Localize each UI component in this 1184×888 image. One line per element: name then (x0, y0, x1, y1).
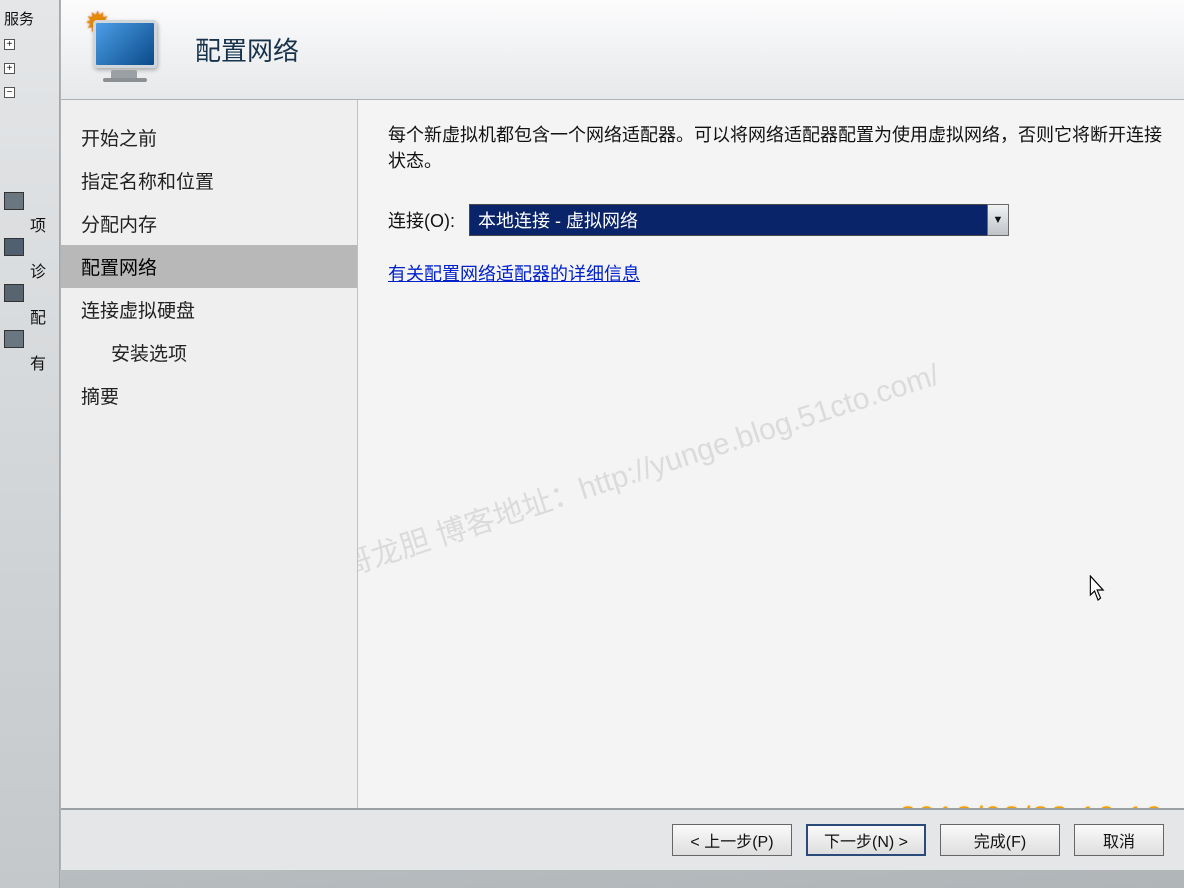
connection-row: 连接(O): 本地连接 - 虚拟网络 ▼ (388, 204, 1174, 236)
side-small-icon (4, 330, 24, 348)
side-char: 有 (0, 350, 60, 374)
tree-expand-icon[interactable]: + (4, 39, 15, 50)
cancel-button[interactable]: 取消 (1074, 824, 1164, 856)
new-vm-wizard-dialog: ✹ 配置网络 开始之前 指定名称和位置 分配内存 配置网络 连接虚拟硬盘 安装选… (60, 0, 1184, 870)
dropdown-arrow-icon[interactable]: ▼ (987, 204, 1009, 236)
wizard-title: 配置网络 (195, 31, 299, 68)
next-button[interactable]: 下一步(N) > (806, 824, 926, 856)
tree-top-label: 服务 (0, 8, 59, 32)
tree-expand-icon[interactable]: + (4, 63, 15, 74)
side-char: 配 (0, 304, 60, 328)
wizard-step-connect-vhd[interactable]: 连接虚拟硬盘 (61, 288, 357, 331)
wizard-step-install-options[interactable]: 安装选项 (61, 331, 357, 374)
side-small-icon (4, 238, 24, 256)
wizard-monitor-icon: ✹ (85, 14, 165, 86)
wizard-step-before-begin[interactable]: 开始之前 (61, 116, 357, 159)
background-tree-panel: 服务 + + − 项 诊 配 有 (0, 0, 60, 888)
finish-button[interactable]: 完成(F) (940, 824, 1060, 856)
tree-row[interactable]: − (0, 80, 59, 104)
wizard-step-name-location[interactable]: 指定名称和位置 (61, 159, 357, 202)
side-char: 诊 (0, 258, 60, 282)
connection-select[interactable]: 本地连接 - 虚拟网络 ▼ (469, 204, 1009, 236)
photo-watermark: 云哥龙胆 博客地址：http://yunge.blog.51cto.com/ (357, 350, 944, 594)
mouse-cursor-icon (1090, 575, 1107, 610)
wizard-step-configure-network[interactable]: 配置网络 (61, 245, 357, 288)
side-small-icon (4, 192, 24, 210)
network-description: 每个新虚拟机都包含一个网络适配器。可以将网络适配器配置为使用虚拟网络，否则它将断… (388, 122, 1168, 174)
side-char: 项 (0, 212, 60, 236)
wizard-content-panel: 每个新虚拟机都包含一个网络适配器。可以将网络适配器配置为使用虚拟网络，否则它将断… (357, 100, 1184, 820)
previous-button[interactable]: < 上一步(P) (672, 824, 792, 856)
wizard-button-bar: < 上一步(P) 下一步(N) > 完成(F) 取消 (61, 808, 1184, 870)
connection-select-value: 本地连接 - 虚拟网络 (469, 204, 987, 236)
wizard-step-summary[interactable]: 摘要 (61, 374, 357, 417)
tree-row[interactable]: + (0, 32, 59, 56)
tree-collapse-icon[interactable]: − (4, 87, 15, 98)
wizard-header: ✹ 配置网络 (61, 0, 1184, 100)
wizard-step-list: 开始之前 指定名称和位置 分配内存 配置网络 连接虚拟硬盘 安装选项 摘要 (61, 100, 357, 820)
network-adapter-help-link[interactable]: 有关配置网络适配器的详细信息 (388, 264, 640, 284)
connection-label: 连接(O): (388, 207, 455, 233)
side-icon-column: 项 诊 配 有 (0, 190, 60, 374)
tree-row[interactable]: + (0, 56, 59, 80)
side-small-icon (4, 284, 24, 302)
wizard-step-assign-memory[interactable]: 分配内存 (61, 202, 357, 245)
